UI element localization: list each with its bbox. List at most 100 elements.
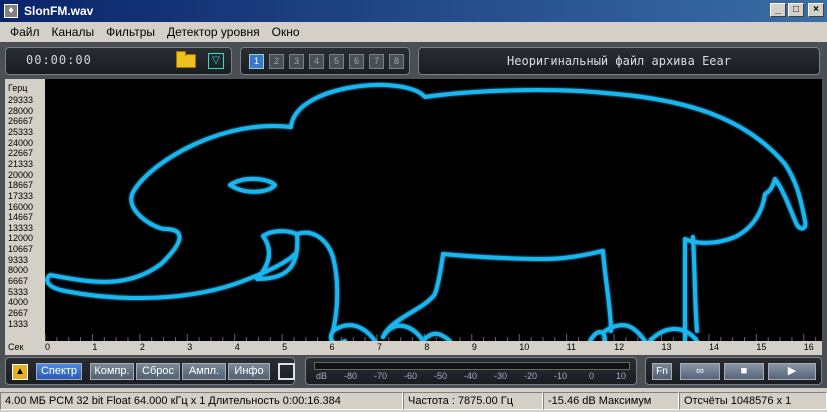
db-label: -60 [404, 371, 418, 381]
channel-panel: 1 2 3 4 5 6 7 8 [240, 47, 410, 75]
trace-back-leg [691, 235, 699, 333]
trace-back-foot-1 [603, 323, 647, 341]
y-tick-label: 8000 [8, 265, 29, 276]
minimize-button[interactable]: _ [770, 3, 786, 17]
fn-button[interactable]: Fn [652, 363, 672, 380]
menu-channels[interactable]: Каналы [46, 25, 101, 39]
loop-button[interactable]: ∞ [680, 363, 720, 380]
frequency-axis: Герц 29333 28000 26667 25333 24000 22667 21333… [5, 79, 45, 341]
x-tick-label: 16 [803, 342, 814, 352]
compress-button[interactable]: Компр. [90, 363, 134, 380]
x-tick-label: 12 [614, 342, 625, 352]
info-button[interactable]: Инфо [228, 363, 270, 380]
stop-button[interactable]: ■ [724, 363, 764, 380]
level-slider[interactable] [314, 362, 630, 370]
window-controls: _ □ × [770, 3, 824, 17]
spectrum-button[interactable]: Спектр [36, 363, 82, 380]
x-axis-unit: Сек [8, 342, 24, 352]
channel-button-7[interactable]: 7 [369, 54, 384, 69]
x-tick-label: 8 [424, 342, 430, 352]
y-tick-label: 16000 [8, 201, 34, 212]
y-axis-unit: Герц [8, 83, 28, 93]
y-tick-label: 4000 [8, 297, 29, 308]
db-label: -50 [434, 371, 448, 381]
y-tick-label: 29333 [8, 95, 34, 105]
dropdown-icon[interactable]: ▽ [208, 53, 224, 69]
y-tick-label: 5333 [8, 286, 29, 297]
x-tick-label: 10 [519, 342, 530, 352]
time-axis: Сек 0 1 2 3 4 5 6 7 8 9 10 11 12 13 14 15 16 [5, 341, 822, 355]
x-tick-label: 13 [661, 342, 672, 352]
status-frequency: Частота : 7875.00 Гц [403, 392, 543, 410]
y-tick-label: 6667 [8, 276, 29, 287]
y-tick-label: 21333 [8, 158, 34, 169]
reset-button[interactable]: Сброс [136, 363, 180, 380]
status-format: 4.00 МБ PCM 32 bit Float 64.000 кГц x 1 … [0, 392, 403, 410]
close-button[interactable]: × [808, 3, 824, 17]
folder-icon[interactable] [176, 51, 196, 68]
spectrogram-plot[interactable] [45, 79, 822, 341]
channel-button-5[interactable]: 5 [329, 54, 344, 69]
channel-button-1[interactable]: 1 [249, 54, 264, 69]
y-tick-label: 17333 [8, 190, 34, 201]
channel-button-6[interactable]: 6 [349, 54, 364, 69]
trace-belly [381, 249, 613, 339]
y-tick-label: 22667 [8, 148, 34, 159]
db-label: -10 [554, 371, 568, 381]
app-icon[interactable]: ♦ [4, 4, 18, 18]
y-tick-label: 14667 [8, 212, 34, 223]
channel-button-4[interactable]: 4 [309, 54, 324, 69]
y-tick-label: 13333 [8, 222, 34, 233]
maximize-button[interactable]: □ [788, 3, 804, 17]
y-tick-label: 10667 [8, 244, 34, 255]
trace-front-leg-1 [331, 323, 377, 341]
trace-head [45, 123, 297, 300]
x-tick-label: 6 [329, 342, 335, 352]
file-info-text: Неоригинальный файл архива Eear [507, 54, 731, 68]
time-display: 00:00:00 [26, 53, 92, 67]
trace-eye [228, 177, 277, 194]
x-tick-label: 15 [756, 342, 767, 352]
y-tick-label: 9333 [8, 254, 29, 265]
amplitude-button[interactable]: Ампл. [182, 363, 226, 380]
db-label: 0 [589, 371, 595, 381]
menu-file[interactable]: Файл [4, 25, 46, 39]
title-bar: ♦ SlonFM.wav _ □ × [0, 0, 827, 22]
bottom-toolbar: ▲ Спектр Компр. Сброс Ампл. Инфо dB -80 … [5, 357, 822, 385]
menu-level-detector[interactable]: Детектор уровня [161, 25, 266, 39]
y-tick-label: 26667 [8, 116, 34, 127]
warning-icon[interactable]: ▲ [12, 364, 28, 380]
status-level: -15.46 dB Максимум [543, 392, 679, 410]
info-panel: Неоригинальный файл архива Eear [418, 47, 820, 75]
menu-window[interactable]: Окно [266, 25, 306, 39]
x-tick-label: 0 [45, 342, 51, 352]
status-samples: Отсчёты 1048576 x 1 [679, 392, 827, 410]
main-area: 00:00:00 ▽ 1 2 3 4 5 6 7 8 Неоригинальны… [0, 42, 827, 388]
y-tick-label: 28000 [8, 105, 34, 116]
db-label: -20 [524, 371, 538, 381]
db-label: -80 [344, 371, 358, 381]
db-label: -40 [464, 371, 478, 381]
elephant-trace [45, 82, 808, 341]
window-title: SlonFM.wav [24, 4, 94, 18]
stop-square-button[interactable] [278, 363, 295, 380]
view-controls-panel: ▲ Спектр Компр. Сброс Ампл. Инфо [5, 357, 295, 385]
db-label: 10 [616, 371, 627, 381]
status-bar: 4.00 МБ PCM 32 bit Float 64.000 кГц x 1 … [0, 390, 827, 412]
channel-button-3[interactable]: 3 [289, 54, 304, 69]
trace-head-underside [295, 230, 340, 333]
db-label: -70 [374, 371, 388, 381]
db-label: -30 [494, 371, 508, 381]
y-tick-label: 1333 [8, 318, 29, 329]
y-tick-label: 25333 [8, 126, 34, 137]
menu-filters[interactable]: Фильтры [100, 25, 161, 39]
play-button[interactable]: ▶ [768, 363, 816, 380]
x-tick-label: 2 [139, 342, 145, 352]
channel-button-2[interactable]: 2 [269, 54, 284, 69]
channel-button-8[interactable]: 8 [389, 54, 404, 69]
x-tick-label: 11 [566, 342, 576, 352]
x-tick-label: 14 [708, 342, 719, 352]
x-tick-label: 4 [234, 342, 240, 352]
spectrogram[interactable]: Герц 29333 28000 26667 25333 2 4000 22667 21333… [5, 79, 822, 355]
x-tick-label: 1 [92, 342, 98, 352]
